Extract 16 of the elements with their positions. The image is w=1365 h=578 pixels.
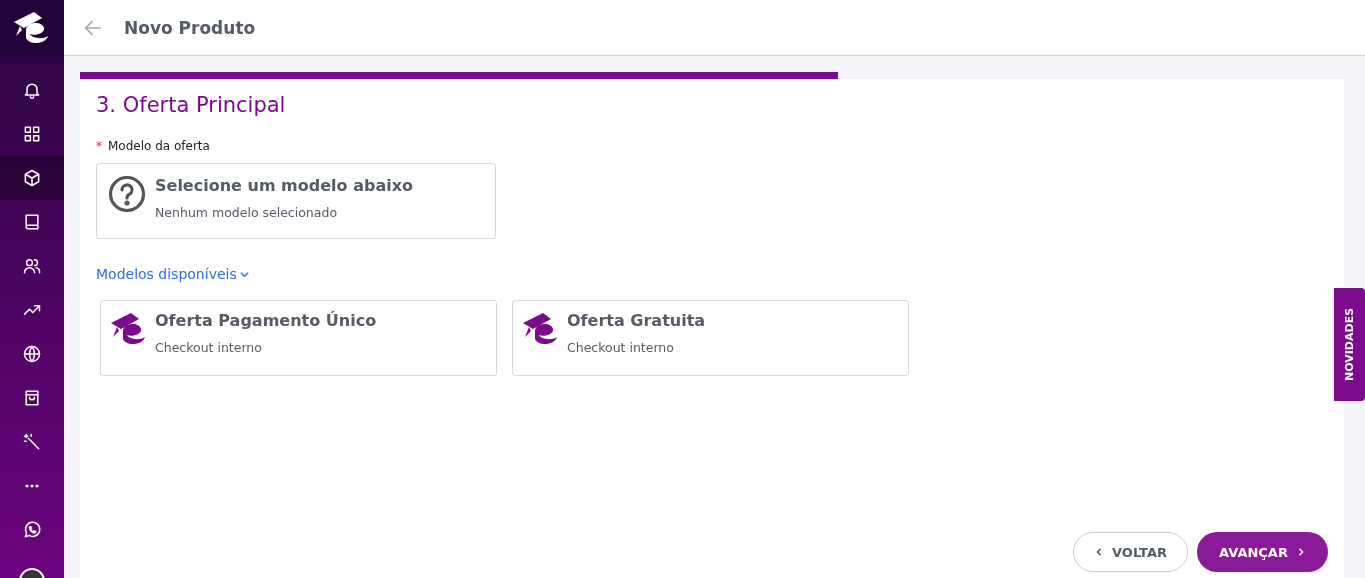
page-title: Novo Produto bbox=[124, 17, 256, 38]
section-title: 3. Oferta Principal bbox=[96, 93, 287, 117]
model-subtitle: Checkout interno bbox=[567, 340, 674, 355]
model-title: Selecione um modelo abaixo bbox=[155, 176, 413, 195]
news-tab[interactable]: NOVIDADES bbox=[1334, 288, 1365, 401]
model-subtitle: Checkout interno bbox=[155, 340, 262, 355]
next-button[interactable]: AVANÇAR bbox=[1197, 532, 1328, 572]
required-mark: * bbox=[96, 139, 102, 153]
back-button[interactable]: VOLTAR bbox=[1073, 532, 1188, 572]
model-title: Oferta Gratuita bbox=[567, 311, 706, 330]
model-card[interactable]: Oferta Pagamento Único Checkout interno bbox=[100, 300, 497, 376]
model-title: Oferta Pagamento Único bbox=[155, 311, 377, 330]
models-toggle-link[interactable]: Modelos disponíveis bbox=[96, 266, 250, 282]
model-subtitle: Nenhum modelo selecionado bbox=[155, 205, 338, 220]
model-card[interactable]: Oferta Gratuita Checkout interno bbox=[512, 300, 909, 376]
field-label: Modelo da oferta bbox=[108, 139, 210, 153]
